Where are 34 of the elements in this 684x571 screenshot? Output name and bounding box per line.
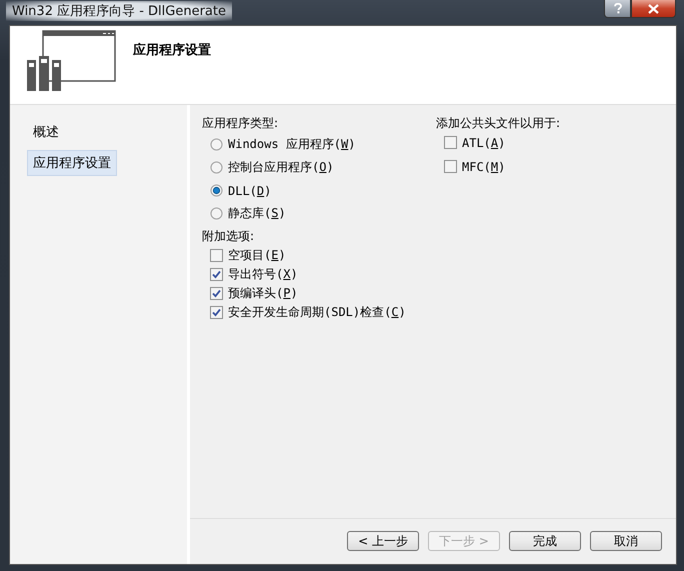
close-button[interactable] xyxy=(631,0,676,18)
option-label: 静态库(S) xyxy=(228,205,286,222)
radio-button[interactable] xyxy=(210,207,223,220)
checkbox[interactable] xyxy=(444,136,457,149)
option-label: 预编译头(P) xyxy=(228,285,298,302)
radio-button[interactable] xyxy=(210,161,223,174)
option-label: 控制台应用程序(O) xyxy=(228,159,334,176)
option-label: 空项目(E) xyxy=(228,247,286,264)
close-icon xyxy=(648,4,659,14)
wizard-button[interactable]: < 上一步 xyxy=(347,531,419,551)
checkbox[interactable] xyxy=(210,306,223,319)
group-label: 添加公共头文件以用于: xyxy=(436,115,562,132)
help-button[interactable] xyxy=(604,0,631,18)
checkbox[interactable] xyxy=(210,268,223,281)
option-label: DLL(D) xyxy=(228,184,272,198)
option-label: MFC(M) xyxy=(462,160,506,174)
help-icon xyxy=(614,3,622,14)
option-label: ATL(A) xyxy=(462,136,506,150)
checkbox[interactable] xyxy=(444,160,457,173)
radio-button[interactable] xyxy=(210,138,223,151)
radio-button[interactable] xyxy=(210,184,223,197)
group-label: 附加选项: xyxy=(202,228,256,245)
option-label: 安全开发生命周期(SDL)检查(C) xyxy=(228,304,406,321)
window-title: Win32 应用程序向导 - DllGenerate xyxy=(6,1,232,21)
option-label: 导出符号(X) xyxy=(228,266,298,283)
group-label: 应用程序类型: xyxy=(202,115,280,132)
checkbox[interactable] xyxy=(210,287,223,300)
sidebar-item[interactable]: 概述 xyxy=(27,119,65,145)
sidebar-item[interactable]: 应用程序设置 xyxy=(27,150,117,176)
option-label: Windows 应用程序(W) xyxy=(228,136,356,153)
wizard-button[interactable]: 完成 xyxy=(509,531,581,551)
page-title: 应用程序设置 xyxy=(133,42,211,59)
checkbox[interactable] xyxy=(210,249,223,262)
wizard-button[interactable]: 取消 xyxy=(590,531,662,551)
